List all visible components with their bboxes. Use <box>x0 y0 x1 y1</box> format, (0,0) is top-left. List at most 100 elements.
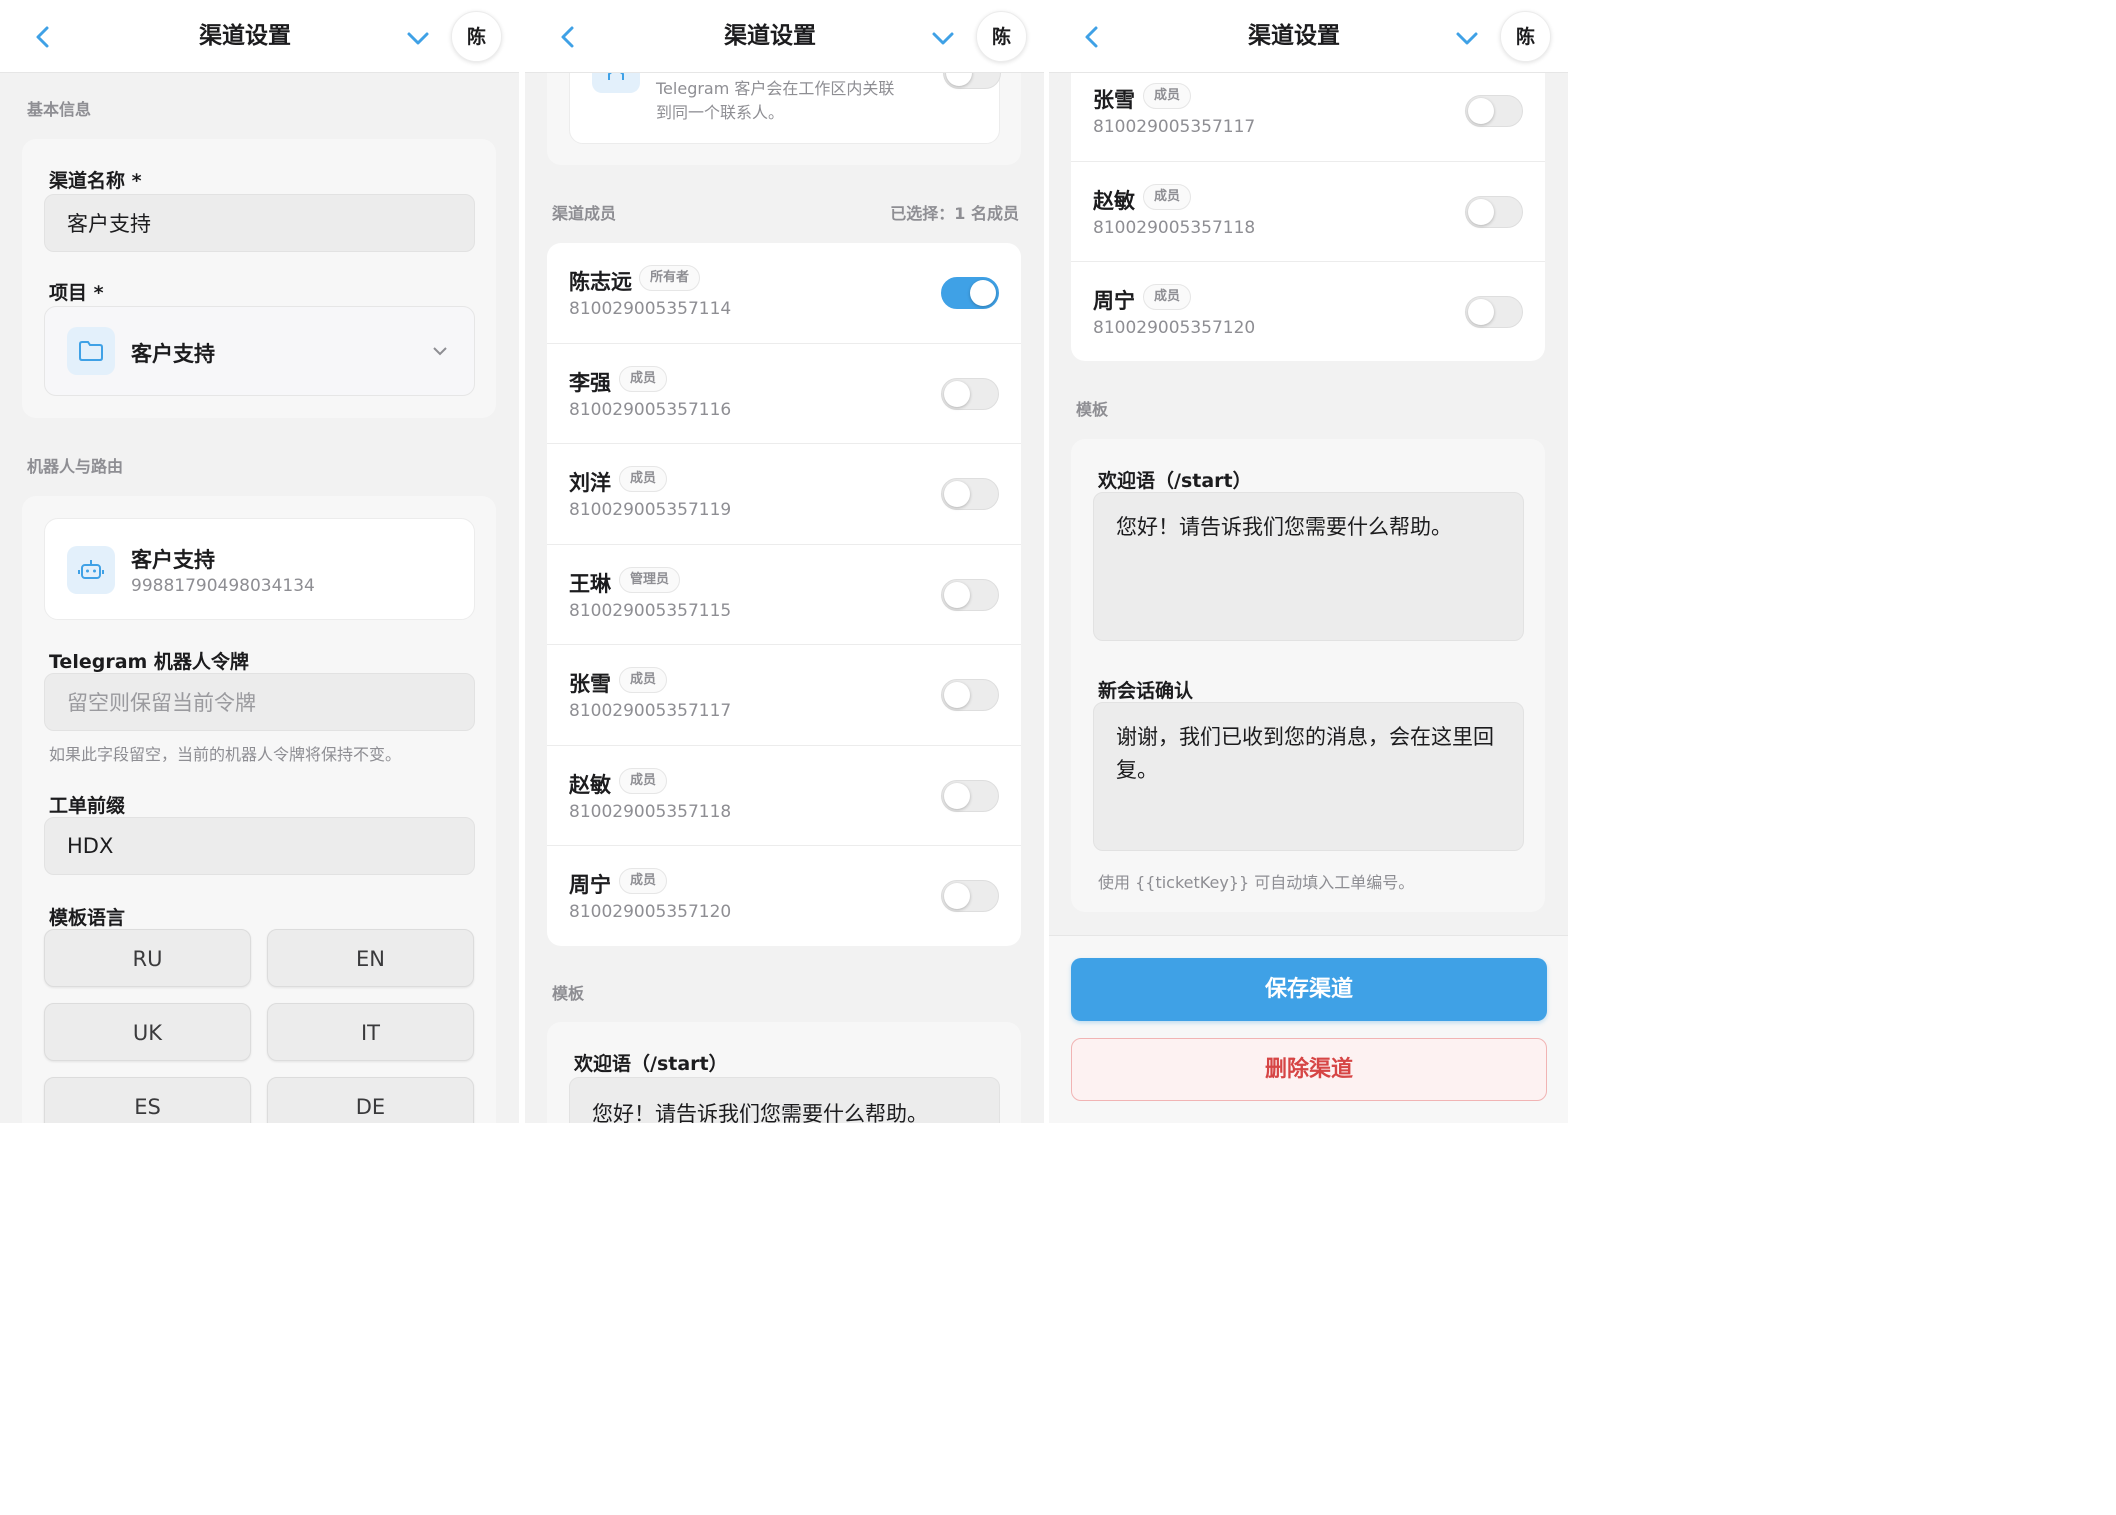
member-id: 810029005357117 <box>1093 117 1256 137</box>
role-badge: 成员 <box>1143 284 1192 310</box>
delete-channel-button[interactable]: 删除渠道 <box>1071 1038 1547 1101</box>
role-badge: 成员 <box>1143 83 1192 109</box>
token-label: Telegram 机器人令牌 <box>49 651 249 673</box>
member-toggle[interactable] <box>941 378 999 410</box>
member-id: 810029005357114 <box>569 299 732 319</box>
contact-link-text: Telegram 客户会在工作区内关联 到同一个联系人。 <box>656 77 894 125</box>
role-badge: 管理员 <box>619 567 681 593</box>
lang-button-uk[interactable]: UK <box>44 1003 251 1061</box>
member-id: 810029005357116 <box>569 400 732 420</box>
prefix-input[interactable]: HDX <box>44 817 475 875</box>
member-row[interactable]: 赵敏 成员 810029005357118 <box>547 745 1021 845</box>
lang-button-ru[interactable]: RU <box>44 929 251 987</box>
member-id: 810029005357118 <box>1093 218 1256 238</box>
member-toggle[interactable] <box>1465 196 1523 228</box>
role-badge: 成员 <box>619 466 668 492</box>
token-input[interactable]: 留空则保留当前令牌 <box>44 673 475 731</box>
basic-info-card: 渠道名称 * 客户支持 项目 * 客户支持 <box>22 139 496 418</box>
section-channel-members: 渠道成员 <box>552 204 617 223</box>
chevron-down-icon[interactable] <box>404 26 432 50</box>
member-id: 810029005357117 <box>569 701 732 721</box>
channel-name-label: 渠道名称 * <box>49 170 142 192</box>
member-name: 王琳 <box>569 572 611 596</box>
templates-card: 欢迎语（/start） 您好！请告诉我们您需要什么帮助。 新会话确认 谢谢，我们… <box>1071 439 1545 912</box>
role-badge: 成员 <box>619 366 668 392</box>
role-badge: 所有者 <box>639 265 701 291</box>
token-hint: 如果此字段留空，当前的机器人令牌将保持不变。 <box>49 745 402 764</box>
template-language-label: 模板语言 <box>49 907 126 929</box>
member-name: 周宁 <box>569 873 611 897</box>
contact-link-text-line2: 到同一个联系人。 <box>656 103 785 122</box>
member-list: 陈志远 所有者 810029005357114 李强 成员 8100290053… <box>547 243 1021 946</box>
member-name: 赵敏 <box>569 773 611 797</box>
member-toggle[interactable] <box>1465 95 1523 127</box>
project-select[interactable]: 客户支持 <box>44 306 475 396</box>
avatar[interactable]: 陈 <box>976 11 1027 62</box>
bot-id: 99881790498034134 <box>131 576 315 596</box>
welcome-textarea[interactable]: 您好！请告诉我们您需要什么帮助。 <box>1093 492 1524 641</box>
avatar[interactable]: 陈 <box>451 11 502 62</box>
member-toggle[interactable] <box>941 780 999 812</box>
folder-icon <box>67 327 115 375</box>
lang-button-en[interactable]: EN <box>267 929 474 987</box>
member-row[interactable]: 李强 成员 810029005357116 <box>547 343 1021 443</box>
member-row[interactable]: 刘洋 成员 810029005357119 <box>547 443 1021 543</box>
lang-button-es[interactable]: ES <box>44 1077 251 1123</box>
member-row[interactable]: 赵敏 成员 810029005357118 <box>1071 161 1545 261</box>
confirm-label: 新会话确认 <box>1098 680 1194 702</box>
member-toggle[interactable] <box>1465 296 1523 328</box>
settings-panel-members: 渠道设置 陈 Telegram 客户会在工作区内关联 到同一个联系人。 渠道成员… <box>525 0 1044 1123</box>
role-badge: 成员 <box>1143 184 1192 210</box>
project-label: 项目 * <box>49 282 104 304</box>
contact-link-text-line1: Telegram 客户会在工作区内关联 <box>656 79 895 98</box>
lang-button-de[interactable]: DE <box>267 1077 474 1123</box>
top-bar: 渠道设置 陈 <box>525 0 1044 73</box>
member-id: 810029005357120 <box>569 902 732 922</box>
member-row[interactable]: 陈志远 所有者 810029005357114 <box>547 243 1021 343</box>
prefix-label: 工单前缀 <box>49 795 126 817</box>
member-name: 张雪 <box>1093 88 1135 112</box>
robot-icon <box>67 546 115 594</box>
welcome-label: 欢迎语（/start） <box>574 1053 728 1075</box>
templates-card: 欢迎语（/start） 您好！请告诉我们您需要什么帮助。 <box>547 1022 1021 1123</box>
chevron-down-icon <box>433 347 447 356</box>
member-toggle[interactable] <box>941 579 999 611</box>
welcome-label: 欢迎语（/start） <box>1098 470 1252 492</box>
avatar[interactable]: 陈 <box>1500 11 1551 62</box>
role-badge: 成员 <box>619 768 668 794</box>
role-badge: 成员 <box>619 868 668 894</box>
member-id: 810029005357120 <box>1093 318 1256 338</box>
role-badge: 成员 <box>619 667 668 693</box>
member-toggle[interactable] <box>941 880 999 912</box>
save-channel-button[interactable]: 保存渠道 <box>1071 958 1547 1021</box>
section-basic-info: 基本信息 <box>27 100 92 119</box>
section-templates: 模板 <box>1076 400 1109 419</box>
member-row[interactable]: 张雪 成员 810029005357117 <box>547 644 1021 744</box>
channel-name-input[interactable]: 客户支持 <box>44 194 475 252</box>
member-row[interactable]: 周宁 成员 810029005357120 <box>547 845 1021 945</box>
member-name: 陈志远 <box>569 270 632 294</box>
member-name: 赵敏 <box>1093 189 1135 213</box>
member-row[interactable]: 王琳 管理员 810029005357115 <box>547 544 1021 644</box>
settings-panel-basic: 渠道设置 陈 基本信息 渠道名称 * 客户支持 项目 * 客户支持 机器人与路由… <box>0 0 519 1123</box>
chevron-down-icon[interactable] <box>1453 26 1481 50</box>
settings-panel-templates: 渠道设置 陈 张雪 成员 810029005357117 赵敏 成员 81002… <box>1049 0 1568 1123</box>
top-bar: 渠道设置 陈 <box>0 0 519 73</box>
lang-button-it[interactable]: IT <box>267 1003 474 1061</box>
member-row[interactable]: 张雪 成员 810029005357117 <box>1071 61 1545 161</box>
template-hint: 使用 {{ticketKey}} 可自动填入工单编号。 <box>1098 873 1415 892</box>
bot-name: 客户支持 <box>131 548 215 572</box>
chevron-down-icon[interactable] <box>929 26 957 50</box>
member-toggle[interactable] <box>941 277 999 309</box>
member-id: 810029005357115 <box>569 601 732 621</box>
welcome-textarea[interactable]: 您好！请告诉我们您需要什么帮助。 <box>569 1077 1000 1123</box>
member-name: 张雪 <box>569 672 611 696</box>
confirm-textarea[interactable]: 谢谢，我们已收到您的消息，会在这里回复。 <box>1093 702 1524 851</box>
member-toggle[interactable] <box>941 478 999 510</box>
bot-info[interactable]: 客户支持 99881790498034134 <box>44 518 475 620</box>
member-row[interactable]: 周宁 成员 810029005357120 <box>1071 261 1545 361</box>
section-bot-routing: 机器人与路由 <box>27 457 124 476</box>
member-name: 周宁 <box>1093 289 1135 313</box>
member-toggle[interactable] <box>941 679 999 711</box>
member-id: 810029005357118 <box>569 802 732 822</box>
